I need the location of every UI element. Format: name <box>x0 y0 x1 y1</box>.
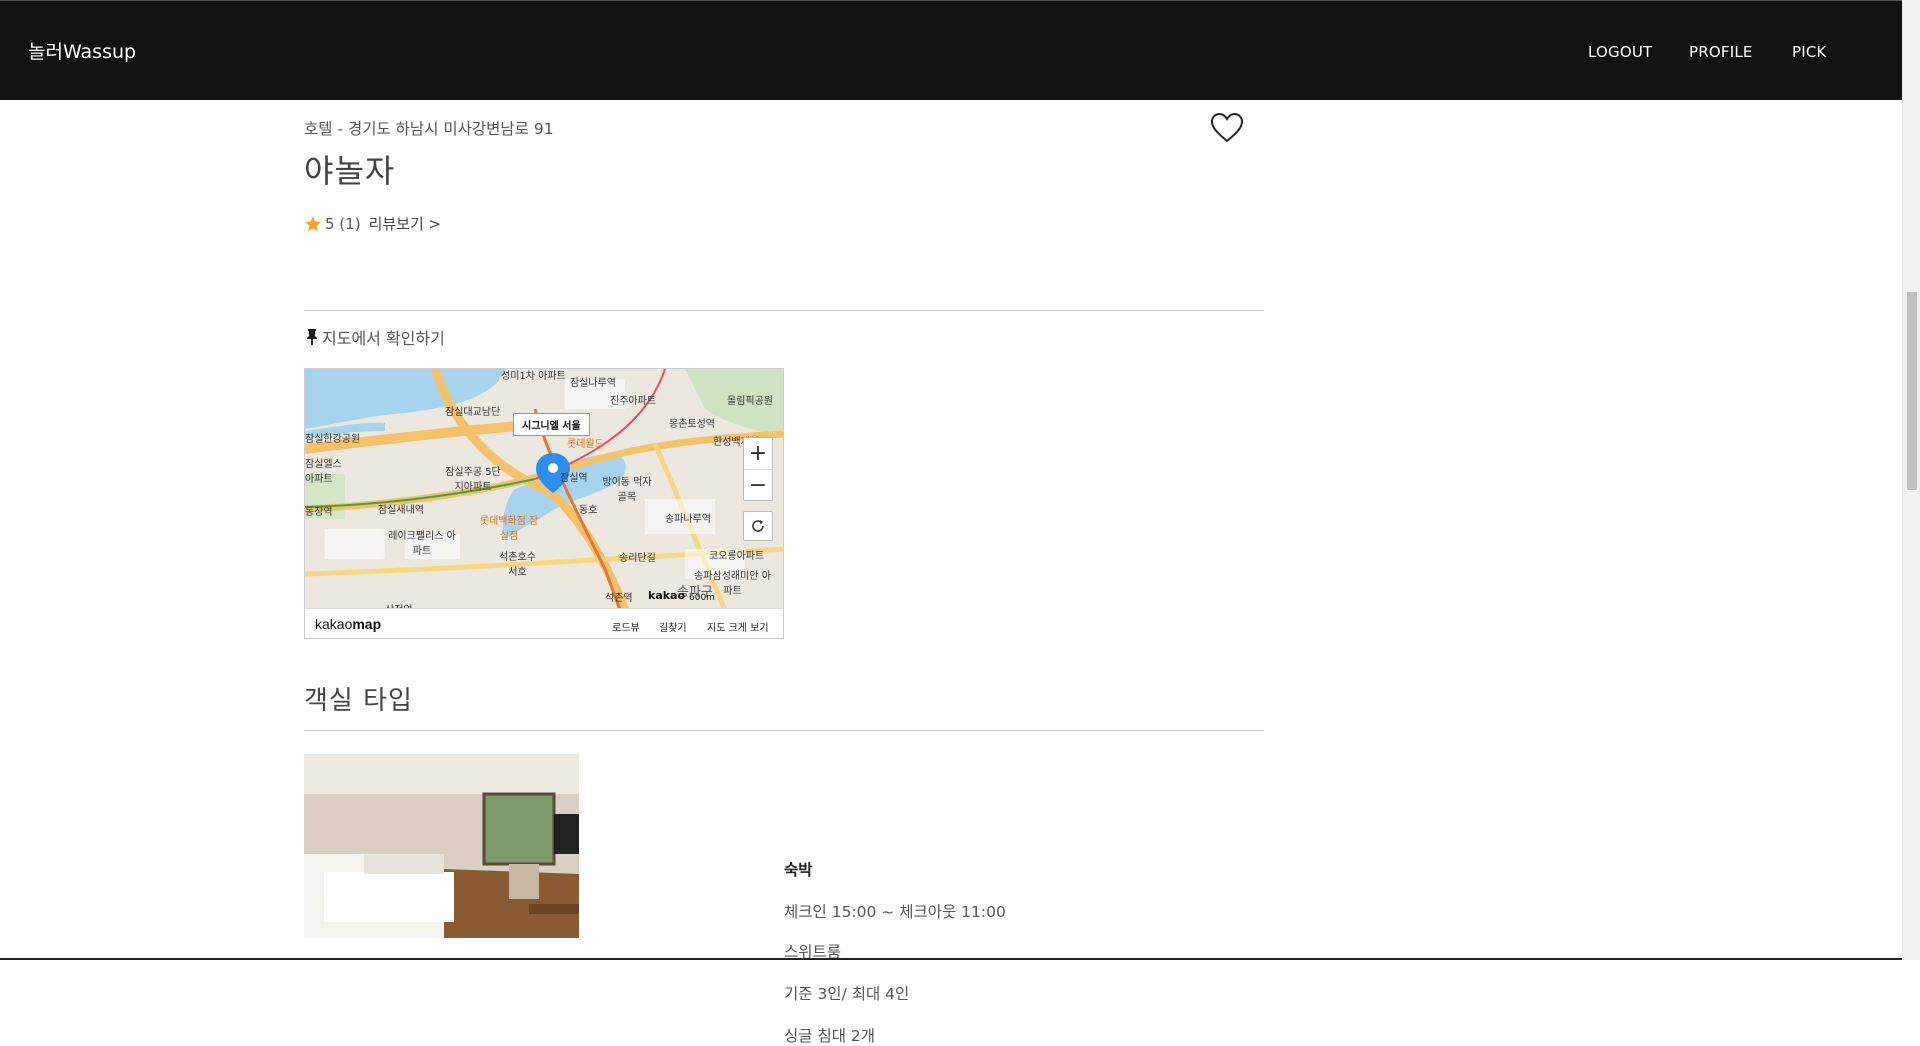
map-heading-label: 지도에서 확인하기 <box>322 329 445 348</box>
map-scale: 600m <box>689 593 715 603</box>
logout-link[interactable]: LOGOUT <box>1588 43 1652 61</box>
room-checkin: 체크인 15:00 ~ 체크아웃 11:00 <box>784 903 1006 921</box>
marker-label: 시그니엘 서울 <box>513 413 590 436</box>
map-label: 잠실엘스 아파트 <box>305 459 342 485</box>
zoom-in-icon[interactable]: + <box>744 438 772 470</box>
roadview-link[interactable]: 로드뷰 <box>612 619 640 634</box>
map-label: 방이동 먹자골목 <box>602 477 652 503</box>
room-bed: 싱글 침대 2개 <box>784 1027 876 1045</box>
scrollbar-thumb[interactable] <box>1907 292 1917 490</box>
map-footer: kakaomap 로드뷰 길찾기 지도 크게 보기 <box>305 608 783 638</box>
map-label: 성미1차 아파트 <box>501 371 566 382</box>
map-label: 진주아파트 <box>610 396 656 407</box>
directions-link[interactable]: 길찾기 <box>659 619 687 634</box>
zoom-control: + − <box>743 437 773 501</box>
room-type-heading: 객실 타입 <box>304 686 413 716</box>
map-label: 잠실한강공원 <box>305 434 361 445</box>
kakaomap-logo[interactable]: kakaomap <box>315 616 381 632</box>
map-label: 잠실나루역 <box>570 378 616 389</box>
star-icon <box>304 215 322 231</box>
map-heading: 지도에서 확인하기 <box>304 325 445 349</box>
profile-link[interactable]: PROFILE <box>1689 43 1753 61</box>
map-label: 잠실주공 5단지아파트 <box>445 467 501 493</box>
section-divider <box>304 730 1264 731</box>
room-stay-type: 숙박 <box>784 861 813 879</box>
map-label: 잠실역 <box>560 473 588 484</box>
map-label: 코오롱아파트 <box>709 551 765 562</box>
map-kakao-mark: kakao <box>648 589 686 602</box>
map-label: 롯데백화점 잠실점 <box>479 516 539 542</box>
map-label: 석촌호수 서호 <box>499 552 536 578</box>
map-label: 잠실대교남단 <box>445 407 501 418</box>
kakao-map[interactable]: 시그니엘 서울 성미1차 아파트 잠실나루역 잠실대교남단 진주아파트 올림픽공… <box>304 368 784 639</box>
map-label: 동호 <box>579 505 598 516</box>
rating-row: 5 (1) 리뷰보기 > <box>304 213 441 234</box>
listing-title: 야놀자 <box>304 152 396 190</box>
map-label: 레이크팰리스 아파트 <box>388 531 456 557</box>
map-label: 석촌역 <box>605 593 633 604</box>
map-label: 송리단길 <box>619 553 656 564</box>
room-photo <box>304 754 579 938</box>
map-label: 몽촌토성역 <box>669 419 715 430</box>
page-scrollbar[interactable] <box>1902 0 1920 960</box>
enlarge-map-link[interactable]: 지도 크게 보기 <box>707 619 769 634</box>
heart-icon[interactable] <box>1210 112 1244 144</box>
map-label: 올림픽공원 <box>727 396 773 407</box>
section-divider <box>304 310 1264 311</box>
map-label: 송파나루역 <box>665 514 711 525</box>
room-capacity: 기준 3인/ 최대 4인 <box>784 985 910 1003</box>
category-address: 호텔 - 경기도 하남시 미사강변남로 91 <box>304 120 554 138</box>
brand-logo[interactable]: 놀러Wassup <box>28 37 136 64</box>
top-navbar: 놀러Wassup LOGOUT PROFILE PICK <box>0 0 1902 100</box>
rating-value: 5 (1) <box>325 214 361 233</box>
map-label: 동장역 <box>305 507 333 518</box>
map-label: 잠실새내역 <box>378 505 424 516</box>
refresh-icon[interactable] <box>743 511 773 541</box>
pick-link[interactable]: PICK <box>1792 43 1827 61</box>
map-label: 롯데월드 <box>567 439 604 450</box>
pushpin-icon <box>307 329 317 345</box>
zoom-out-icon[interactable]: − <box>744 470 772 501</box>
review-link[interactable]: 리뷰보기 > <box>369 213 442 234</box>
